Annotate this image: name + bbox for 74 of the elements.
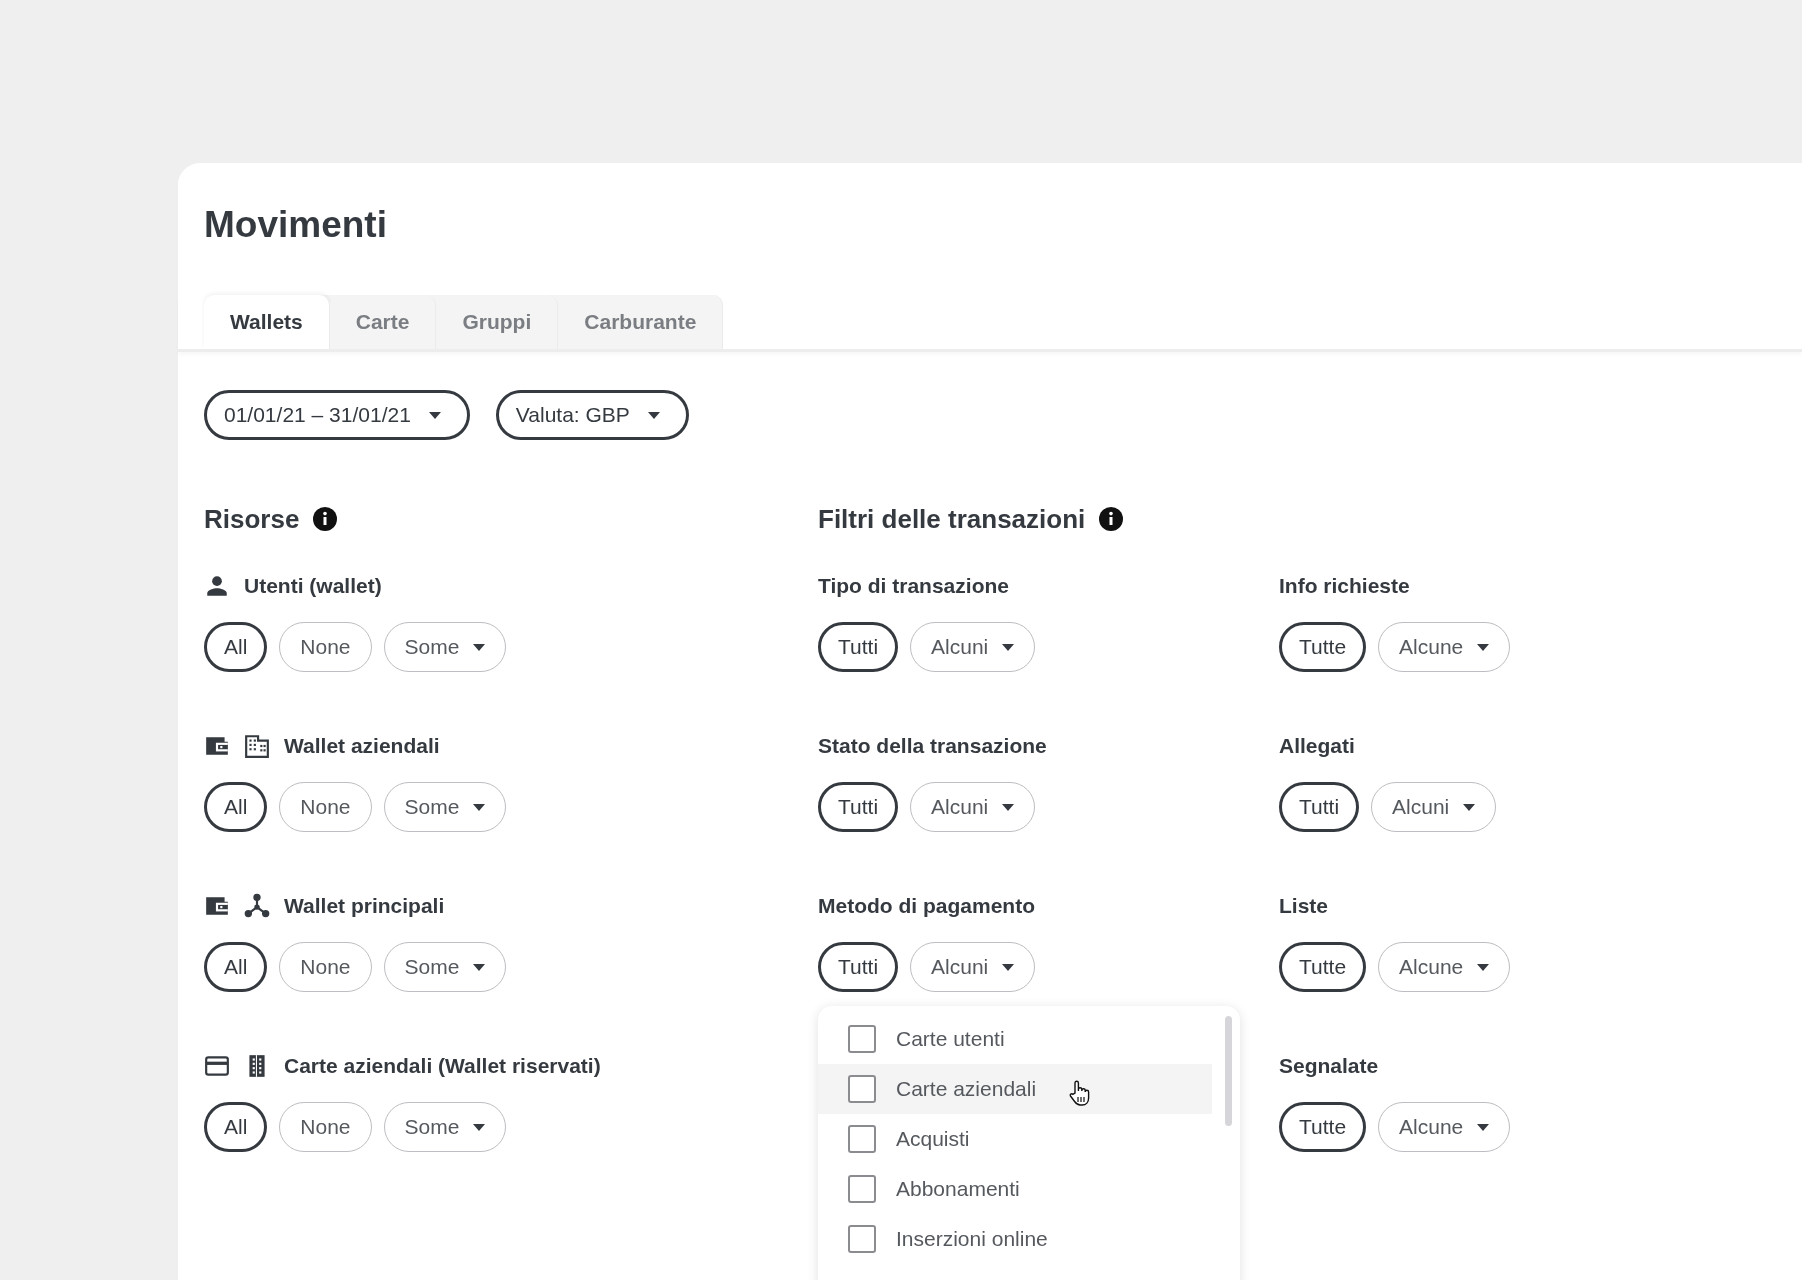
caret-icon: [1002, 803, 1015, 811]
group-label: Segnalate: [1279, 1054, 1379, 1078]
group-label: Liste: [1279, 894, 1328, 918]
page-title: Movimenti: [203, 203, 388, 247]
caret-icon: [647, 411, 660, 419]
caret-icon: [1477, 643, 1490, 651]
menu-item[interactable]: Carte aziendali: [818, 1064, 1212, 1114]
filter-chip[interactable]: None: [279, 1102, 372, 1152]
filter-dropdown[interactable]: Valuta: GBP: [495, 390, 689, 440]
filter-chip[interactable]: All: [204, 942, 268, 992]
filter-chip[interactable]: Tutte: [1279, 622, 1367, 672]
menu-item[interactable]: Abbonamenti: [818, 1164, 1212, 1214]
caret-icon: [473, 1123, 486, 1131]
group-label: Tipo di transazione: [818, 574, 1009, 598]
caret-icon: [1002, 963, 1015, 971]
filter-chip[interactable]: Tutti: [818, 942, 899, 992]
scrollbar[interactable]: [1225, 1016, 1232, 1126]
filter-chip[interactable]: All: [204, 622, 268, 672]
info-icon[interactable]: [313, 507, 338, 531]
dropdown-button[interactable]: Alcuni: [910, 942, 1036, 992]
caret-icon: [473, 803, 486, 811]
filter-dropdown[interactable]: 01/01/21 – 31/01/21: [204, 390, 470, 440]
filter-chip[interactable]: Tutti: [1279, 782, 1360, 832]
section-heading: Filtri delle transazioni: [818, 503, 1086, 536]
caret-icon: [1477, 963, 1490, 971]
building-icon: [244, 733, 270, 759]
dropdown-button[interactable]: Alcuni: [910, 782, 1036, 832]
caret-icon: [473, 643, 486, 651]
group-label: Utenti (wallet): [244, 574, 382, 598]
filter-chip[interactable]: None: [279, 622, 372, 672]
menu-item[interactable]: Carte utenti: [818, 1014, 1212, 1064]
checkbox[interactable]: [848, 1175, 876, 1203]
checkbox[interactable]: [848, 1225, 876, 1253]
caret-icon: [1002, 643, 1015, 651]
group-label: Carte aziendali (Wallet riservati): [284, 1054, 601, 1078]
group-label: Allegati: [1279, 734, 1355, 758]
group-label: Wallet aziendali: [284, 734, 440, 758]
caret-icon: [473, 963, 486, 971]
filter-chip[interactable]: All: [204, 1102, 268, 1152]
section-heading: Risorse: [204, 503, 300, 536]
dropdown-button[interactable]: Some: [383, 1102, 507, 1152]
menu-item[interactable]: Inserzioni online: [818, 1214, 1212, 1264]
filter-chip[interactable]: All: [204, 782, 268, 832]
caret-icon: [1463, 803, 1476, 811]
group-label: Wallet principali: [284, 894, 445, 918]
filter-chip[interactable]: Tutti: [818, 622, 899, 672]
dropdown-button[interactable]: Alcuni: [910, 622, 1036, 672]
dropdown-button[interactable]: Alcuni: [1371, 782, 1497, 832]
group-label: Metodo di pagamento: [818, 894, 1035, 918]
group-label: Info richieste: [1279, 574, 1410, 598]
checkbox[interactable]: [848, 1025, 876, 1053]
checkbox[interactable]: [848, 1075, 876, 1103]
dropdown-button[interactable]: Some: [383, 782, 507, 832]
group-label: Stato della transazione: [818, 734, 1047, 758]
dropdown-button[interactable]: Some: [383, 622, 507, 672]
caret-icon: [1477, 1123, 1490, 1131]
credit-card-icon: [204, 1053, 230, 1079]
hand-cursor-icon: [1068, 1080, 1092, 1106]
filter-chip[interactable]: None: [279, 942, 372, 992]
hub-icon: [244, 893, 270, 919]
filter-chip[interactable]: None: [279, 782, 372, 832]
dropdown-button[interactable]: Some: [383, 942, 507, 992]
menu-item[interactable]: Acquisti: [818, 1114, 1212, 1164]
person-icon: [204, 573, 230, 599]
filter-chip[interactable]: Tutte: [1279, 942, 1367, 992]
checkbox[interactable]: [848, 1125, 876, 1153]
info-icon[interactable]: [1099, 507, 1124, 531]
filter-chip[interactable]: Tutti: [818, 782, 899, 832]
dropdown-button[interactable]: Alcune: [1378, 1102, 1511, 1152]
dropdown-button[interactable]: Alcune: [1378, 942, 1511, 992]
dropdown-button[interactable]: Alcune: [1378, 622, 1511, 672]
caret-icon: [428, 411, 441, 419]
filter-chip[interactable]: Tutte: [1279, 1102, 1367, 1152]
tab[interactable]: Wallets: [204, 295, 330, 349]
